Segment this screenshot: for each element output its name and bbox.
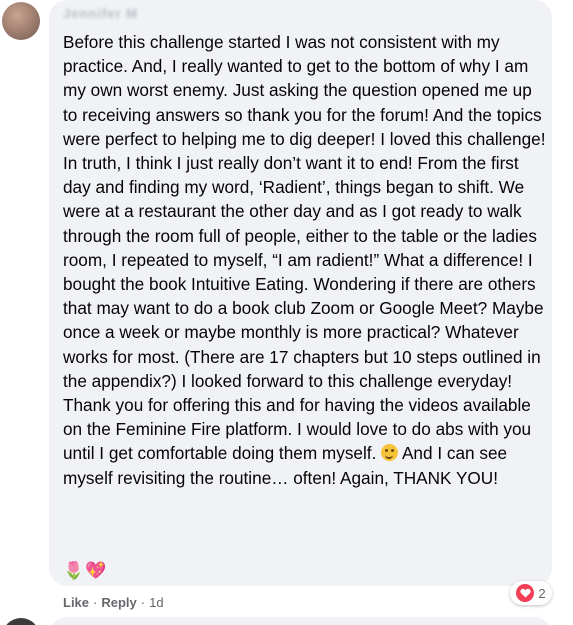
action-separator: · [93,594,98,610]
reply-button[interactable]: Reply [101,595,136,610]
like-button[interactable]: Like [63,595,89,610]
next-comment-avatar[interactable] [2,618,40,625]
next-comment-bubble [49,617,552,625]
avatar[interactable] [2,2,40,40]
comment-text: Before this challenge started I was not … [63,30,549,490]
tulip-emoji: 🌷 [63,561,85,580]
reaction-count: 2 [538,585,546,601]
action-separator: · [140,594,146,610]
trailing-emojis: 🌷 💖 [63,560,106,582]
reactions-summary[interactable]: 2 [510,581,552,605]
love-reaction-icon [516,584,535,602]
comment-bubble: Jennifer M Before this challenge started… [49,0,552,586]
comment-timestamp[interactable]: 1d [149,595,163,610]
comment-text-main: Before this challenge started I was not … [63,32,546,464]
comment-actions: Like · Reply · 1d [63,592,164,612]
comment-thread: Jennifer M Before this challenge started… [0,0,573,625]
comment-author-name[interactable]: Jennifer M [63,6,138,22]
sparkling-heart-emoji: 💖 [85,561,107,580]
winking-face-icon [381,444,399,462]
